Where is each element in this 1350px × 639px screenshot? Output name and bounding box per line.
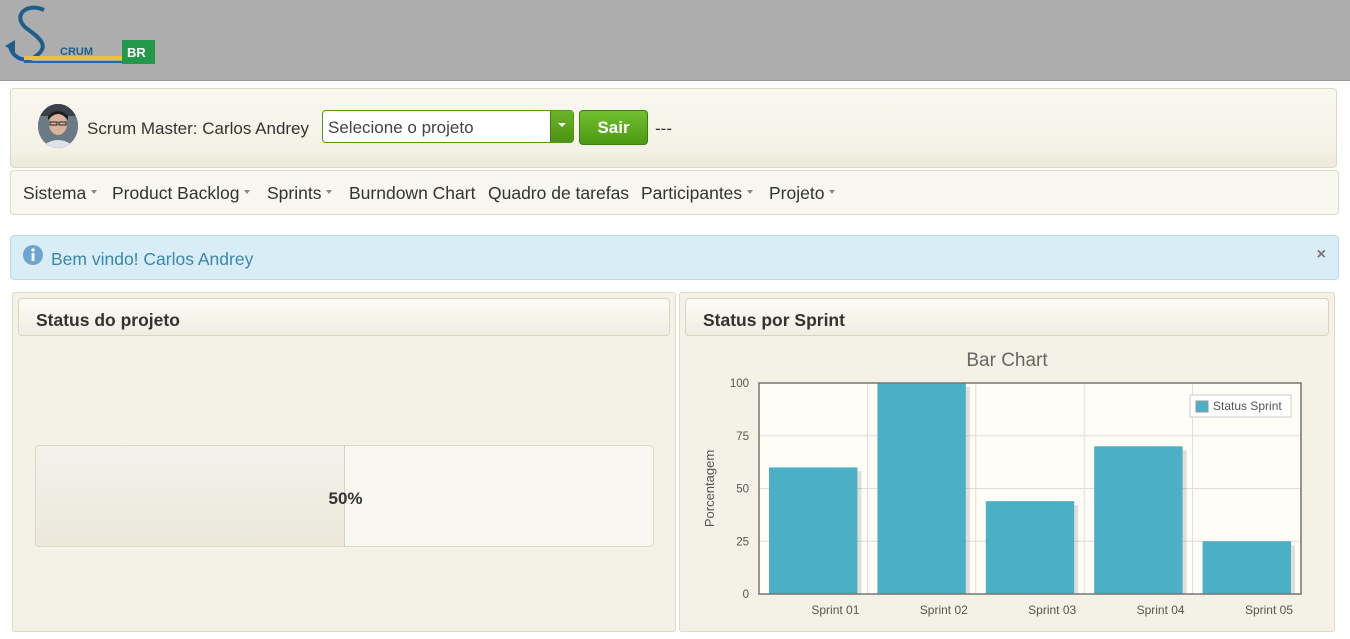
- y-tick-label: 100: [730, 378, 749, 390]
- bar: [1094, 446, 1183, 594]
- progress-label: 50%: [328, 489, 363, 508]
- chart-title: Bar Chart: [966, 350, 1048, 371]
- nav-item-product-backlog[interactable]: Product Backlog: [112, 183, 251, 204]
- nav-item-sistema[interactable]: Sistema: [23, 183, 98, 204]
- sair-button[interactable]: Sair: [579, 110, 648, 145]
- user-bar: Scrum Master: Carlos Andrey Selecione o …: [10, 88, 1337, 168]
- caret-down-icon: [91, 190, 98, 195]
- svg-text:CRUM: CRUM: [60, 46, 93, 58]
- info-icon: [23, 245, 43, 265]
- y-tick-label: 25: [736, 536, 749, 548]
- y-axis-label: Porcentagem: [702, 450, 717, 527]
- panel-header: Status do projeto: [18, 298, 670, 336]
- legend-swatch: [1195, 400, 1209, 413]
- user-photo-icon: [38, 104, 78, 148]
- y-tick-label: 50: [736, 484, 749, 496]
- header-bar: CRUM BR: [0, 0, 1350, 81]
- x-tick-label: Sprint 03: [1028, 603, 1076, 617]
- scrum-br-logo[interactable]: CRUM BR: [4, 4, 164, 70]
- nav-item-sprints[interactable]: Sprints: [267, 183, 333, 204]
- nav-item-quadro-de-tarefas[interactable]: Quadro de tarefas: [488, 183, 629, 204]
- x-tick-label: Sprint 04: [1137, 603, 1185, 617]
- project-status-panel: Status do projeto 50%: [12, 292, 676, 632]
- bar: [985, 501, 1075, 594]
- close-icon[interactable]: ×: [1317, 246, 1326, 264]
- welcome-alert: Bem vindo! Carlos Andrey ×: [10, 235, 1339, 280]
- project-select-value: Selecione o projeto: [328, 118, 474, 137]
- bar-chart: Bar Chart 0 25 50 75 100 Sprint 01 Sprint 02 Spr…: [702, 350, 1302, 617]
- bar: [769, 467, 858, 594]
- x-tick-label: Sprint 05: [1245, 603, 1293, 617]
- y-tick-label: 75: [736, 431, 749, 443]
- avatar: [38, 104, 78, 148]
- chevron-down-icon[interactable]: [550, 111, 573, 142]
- panel-title: Status por Sprint: [703, 310, 845, 330]
- scrum-master-label: Scrum Master: Carlos Andrey: [87, 119, 310, 138]
- caret-down-icon: [244, 190, 251, 195]
- x-tick-label: Sprint 02: [920, 603, 968, 617]
- bar: [1202, 541, 1291, 594]
- nav-item-burndown-chart[interactable]: Burndown Chart: [349, 183, 475, 204]
- main-nav: Sistema Product Backlog Sprints Burndown…: [10, 170, 1339, 215]
- nav-item-participantes[interactable]: Participantes: [641, 183, 754, 204]
- welcome-message: Bem vindo! Carlos Andrey: [51, 249, 254, 269]
- y-tick-label: 0: [743, 589, 749, 601]
- svg-text:BR: BR: [127, 45, 146, 60]
- caret-down-icon: [747, 190, 754, 195]
- dashboard: Status do projeto 50% Status por Sprint …: [12, 292, 1338, 632]
- caret-down-icon: [326, 190, 333, 195]
- bar: [877, 383, 966, 594]
- project-progress-bar: 50%: [35, 445, 654, 547]
- project-status-text: ---: [655, 119, 672, 138]
- project-select[interactable]: Selecione o projeto: [322, 110, 574, 143]
- panel-title: Status do projeto: [36, 310, 180, 330]
- sprint-status-panel: Status por Sprint Bar Chart 0 25 50 75 100 Spr…: [679, 292, 1335, 632]
- x-tick-label: Sprint 01: [811, 603, 859, 617]
- nav-item-projeto[interactable]: Projeto: [769, 183, 836, 204]
- caret-down-icon: [829, 190, 836, 195]
- panel-header: Status por Sprint: [685, 298, 1329, 336]
- legend-label: Status Sprint: [1213, 399, 1282, 413]
